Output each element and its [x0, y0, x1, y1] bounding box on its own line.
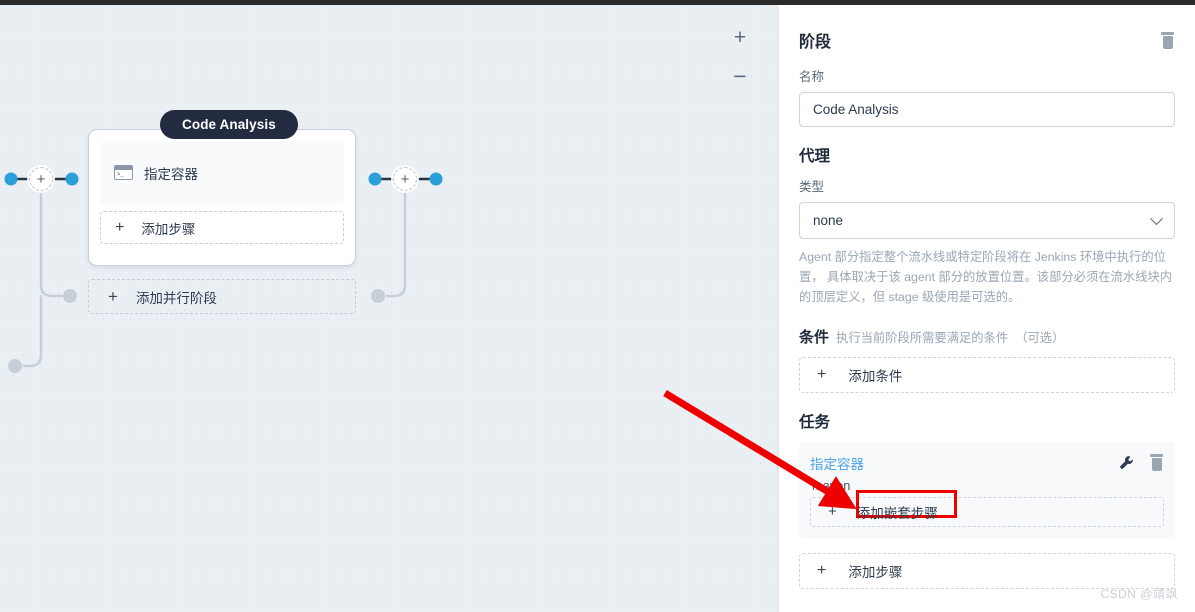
- add-parallel-stage-button[interactable]: + 添加并行阶段: [88, 279, 356, 314]
- pipeline-canvas[interactable]: + + Code Analysis 指定容器 + 添加步骤 + 添加并行阶段 +…: [0, 0, 779, 612]
- panel-header: 阶段: [799, 28, 1175, 52]
- agent-type-select[interactable]: none: [799, 202, 1175, 239]
- add-nested-step-button[interactable]: + 添加嵌套步骤: [810, 489, 1164, 527]
- tasks-section-title: 任务: [799, 413, 831, 431]
- task-value: maven: [812, 477, 851, 493]
- stage-name-input[interactable]: [799, 92, 1175, 127]
- terminal-icon: [114, 165, 133, 180]
- task-card: 指定容器 maven + 添加嵌套步骤: [799, 441, 1175, 539]
- add-nested-step-label: 添加嵌套步骤: [856, 505, 938, 521]
- wire-node-start: [4, 172, 18, 186]
- plus-icon: +: [115, 218, 125, 236]
- page-title: 阶段: [799, 34, 832, 51]
- stage-settings-panel: 阶段 名称 代理 类型 none Agent 部分指定整个流水线或特定阶段将在 …: [779, 0, 1195, 612]
- plus-icon: +: [828, 503, 837, 521]
- task-card-header: 指定容器: [810, 453, 1164, 473]
- condition-subtitle: 执行当前阶段所需要满足的条件: [836, 330, 1009, 345]
- zoom-in-button[interactable]: +: [729, 26, 751, 48]
- delete-stage-icon[interactable]: [1160, 31, 1175, 49]
- watermark: CSDN @靖飒: [1100, 587, 1178, 601]
- stage-add-step-button[interactable]: + 添加步骤: [100, 211, 344, 244]
- condition-optional-tag: （可选）: [1015, 330, 1065, 345]
- agent-section-title: 代理: [799, 148, 831, 165]
- add-step-label: 添加步骤: [848, 564, 903, 580]
- task-actions: [1119, 454, 1164, 472]
- type-field-label: 类型: [799, 180, 825, 194]
- plus-icon: +: [817, 561, 827, 579]
- branch-node-left-bottom: [8, 359, 22, 373]
- add-parallel-stage-label: 添加并行阶段: [135, 290, 217, 306]
- stage-step-label: 指定容器: [144, 166, 198, 182]
- add-step-button[interactable]: + 添加步骤: [799, 552, 1175, 589]
- stage-add-step-label: 添加步骤: [141, 221, 196, 237]
- branch-node-right-parallel: [371, 289, 385, 303]
- plus-icon: +: [108, 287, 118, 306]
- name-field-label: 名称: [799, 70, 825, 84]
- agent-help-text: Agent 部分指定整个流水线或特定阶段将在 Jenkins 环境中执行的位置，…: [799, 250, 1173, 304]
- plus-icon: +: [817, 365, 827, 383]
- stage-badge[interactable]: Code Analysis: [160, 110, 298, 139]
- condition-heading-row: 条件 执行当前阶段所需要满足的条件 （可选）: [799, 326, 1175, 347]
- wire-node-left-in: [65, 172, 79, 186]
- stage-step-item[interactable]: 指定容器: [100, 141, 344, 204]
- task-link[interactable]: 指定容器: [810, 453, 864, 473]
- plus-icon: +: [400, 170, 410, 188]
- agent-type-value: none: [813, 213, 844, 228]
- plus-icon: +: [36, 170, 46, 188]
- canvas-zoom-controls: + −: [729, 26, 751, 88]
- agent-type-select-wrap: none: [799, 202, 1175, 239]
- add-stage-before-button[interactable]: +: [29, 167, 53, 191]
- condition-title: 条件: [799, 328, 830, 346]
- wire-node-right-in: [368, 172, 382, 186]
- pipeline-editor-app: + + Code Analysis 指定容器 + 添加步骤 + 添加并行阶段 +…: [0, 0, 1195, 612]
- wire-node-end: [429, 172, 443, 186]
- stage-card[interactable]: 指定容器 + 添加步骤: [88, 129, 356, 266]
- delete-task-icon[interactable]: [1149, 454, 1164, 472]
- add-condition-button[interactable]: + 添加条件: [799, 356, 1175, 393]
- add-condition-label: 添加条件: [848, 368, 903, 384]
- wrench-icon[interactable]: [1119, 455, 1134, 470]
- add-stage-after-button[interactable]: +: [393, 167, 417, 191]
- window-top-strip: [0, 0, 1195, 5]
- zoom-out-button[interactable]: −: [729, 64, 751, 87]
- branch-node-left-parallel: [63, 289, 77, 303]
